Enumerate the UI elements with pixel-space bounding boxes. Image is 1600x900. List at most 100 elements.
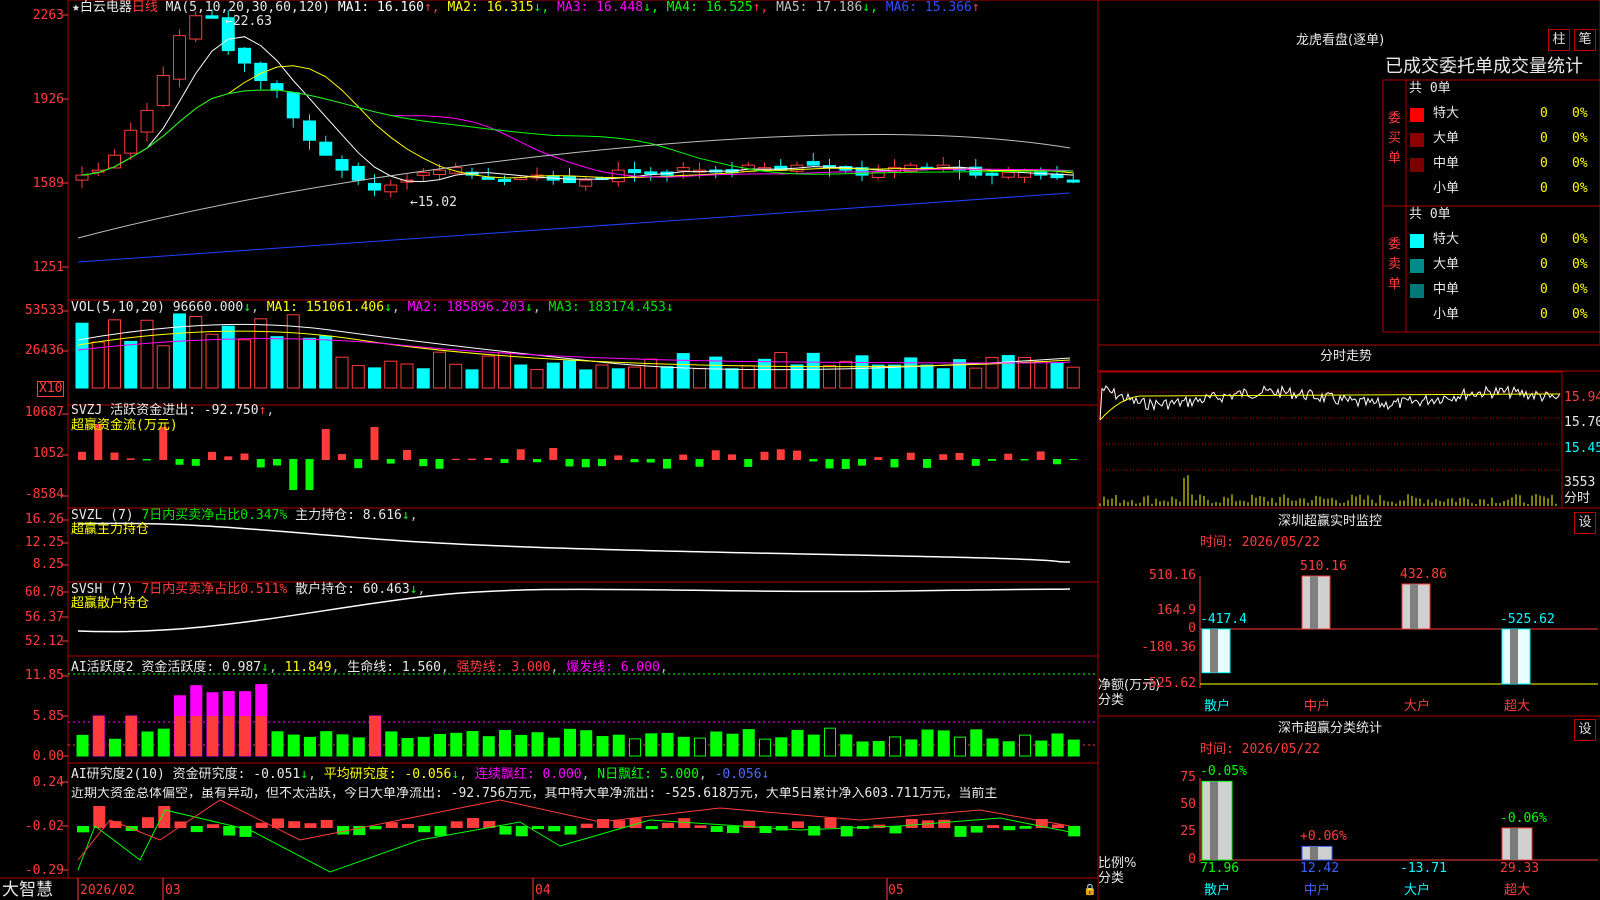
flow-bar xyxy=(695,459,704,467)
vol-tick-1: 53533 xyxy=(24,303,64,318)
ai1-bar-inner xyxy=(223,716,235,756)
ai1-bar xyxy=(1035,740,1048,757)
lhb-sell-swatch xyxy=(1410,259,1424,273)
volume-bar xyxy=(855,355,869,389)
brand-logo[interactable]: 大智慧 xyxy=(2,880,53,900)
lhb-buy-percent: 0% xyxy=(1572,181,1588,196)
flow-bar xyxy=(435,459,444,469)
lhb-buy-percent: 0% xyxy=(1572,131,1588,146)
lhb-buy-side-label: 委 xyxy=(1388,111,1402,126)
ai1-bar xyxy=(482,736,495,757)
flow-bar xyxy=(581,459,590,468)
vol-tick-2: 26436 xyxy=(24,343,64,358)
candle-body xyxy=(351,165,365,181)
ai1-bar xyxy=(677,736,690,757)
price-tick-4: 1251 xyxy=(32,260,64,275)
ai2-bar xyxy=(142,817,154,828)
lhb-buy-swatch xyxy=(1410,133,1424,147)
ai2-bar xyxy=(808,826,821,836)
candle-body xyxy=(644,171,658,175)
ai1-bar xyxy=(450,732,463,757)
ai2-bar xyxy=(678,818,691,828)
sz-class-settings[interactable]: 设 xyxy=(1574,719,1596,741)
flow-bar xyxy=(825,459,834,469)
vol-header: VOL(5,10,20) 96660.000↓, MA1: 151061.406… xyxy=(71,300,674,315)
ai1-bar xyxy=(1002,741,1015,757)
flow-bar xyxy=(1053,459,1061,465)
price-header: ★白云电器日线 MA(5,10,20,30,60,120) MA1: 16.16… xyxy=(72,1,980,15)
svsh-header: SVSH (7) 7日内买卖净占比0.511% 散户持仓: 60.463↓, xyxy=(71,582,426,597)
date-label-1: 2026/02 xyxy=(80,883,135,898)
lhb-subtitle: 已成交委托单成交量统计 xyxy=(1385,56,1583,77)
ai2-bar xyxy=(304,823,317,828)
period-label[interactable]: 日线 xyxy=(132,0,158,15)
flow-bar xyxy=(126,458,135,460)
flow-bar xyxy=(533,459,541,463)
stock-name[interactable]: ★白云电器 xyxy=(72,0,132,15)
sz-class-change: -0.06% xyxy=(1500,810,1547,826)
lock-icon[interactable]: 🔒 xyxy=(1083,883,1097,897)
sz-monitor-category: 散户 xyxy=(1204,699,1231,714)
lhb-buy-label: 中单 xyxy=(1433,156,1460,171)
vol-unit[interactable]: X10 xyxy=(37,381,65,397)
ai2-line-a xyxy=(77,809,1071,873)
volume-bar xyxy=(91,341,105,389)
flow-bar xyxy=(955,452,964,460)
volume-bar xyxy=(514,364,528,389)
lhb-buy-percent: 0% xyxy=(1572,106,1588,121)
sz-monitor-category: 大户 xyxy=(1404,699,1431,714)
ai1-bar xyxy=(304,736,316,757)
candle-body xyxy=(563,176,576,184)
volume-bar xyxy=(433,351,446,389)
ai1-bar xyxy=(921,729,934,757)
volume-bar xyxy=(579,369,593,389)
flow-bar xyxy=(1020,459,1029,461)
volume-bar xyxy=(969,367,983,389)
svzj-header: SVZJ 活跃资金进出: -92.750↑, xyxy=(71,403,275,418)
flow-bar xyxy=(841,459,850,469)
candle-body xyxy=(108,154,121,169)
tab-stroke[interactable]: 笔 xyxy=(1574,29,1596,51)
flow-bar xyxy=(419,459,428,467)
flow-bar xyxy=(240,453,249,460)
date-label-2: 03 xyxy=(165,883,181,898)
sz-monitor-category: 中户 xyxy=(1304,699,1331,714)
candle-body xyxy=(335,159,349,171)
sz-monitor-time: 时间: 2026/05/22 xyxy=(1200,535,1320,550)
volume-bar xyxy=(693,368,706,389)
flow-bar xyxy=(78,451,86,460)
sz-class-tick: 50 xyxy=(1180,797,1196,812)
tab-column[interactable]: 柱 xyxy=(1548,29,1570,51)
ai1-bar xyxy=(141,731,154,757)
ma-legend-item: MA1: 16.160↑, xyxy=(337,0,440,15)
ai1-bar xyxy=(271,731,284,757)
lhb-buy-side-label: 买 xyxy=(1388,131,1402,146)
ai1-bar xyxy=(596,736,609,757)
ma3-line xyxy=(81,89,1074,178)
flow-bar xyxy=(874,457,883,460)
sz-class-bar-shade xyxy=(1210,781,1218,860)
intraday-title: 分时走势 xyxy=(1320,349,1373,364)
sz-monitor-settings[interactable]: 设 xyxy=(1574,512,1596,534)
candle-body xyxy=(806,161,820,166)
lhb-buy-percent: 0% xyxy=(1572,156,1588,171)
sz-class-category: 超大 xyxy=(1504,883,1531,898)
ai2-bar xyxy=(499,826,512,835)
ma6-line xyxy=(77,192,1071,263)
lhb-sell-label: 中单 xyxy=(1433,282,1460,297)
ai1-bar xyxy=(320,731,333,757)
volume-bar xyxy=(530,369,544,389)
candle-body xyxy=(238,47,251,64)
ai2-bar xyxy=(385,822,398,828)
ai2-bar xyxy=(532,826,544,830)
flow-bar xyxy=(630,459,639,463)
ai2-bar xyxy=(710,826,723,832)
ai2-bar xyxy=(548,826,561,832)
lhb-sell-total: 共 0单 xyxy=(1409,207,1451,222)
lhb-buy-swatch xyxy=(1410,108,1424,122)
ai1-header: AI活跃度2 资金活跃度: 0.987↓, 11.849, 生命线: 1.560… xyxy=(71,660,668,675)
flow-bar xyxy=(711,450,720,460)
flow-bar xyxy=(728,454,736,460)
ai1-bar xyxy=(1067,739,1080,757)
ai2-header: AI研究度2(10) 资金研究度: -0.051↓, 平均研究度: -0.056… xyxy=(71,767,770,782)
